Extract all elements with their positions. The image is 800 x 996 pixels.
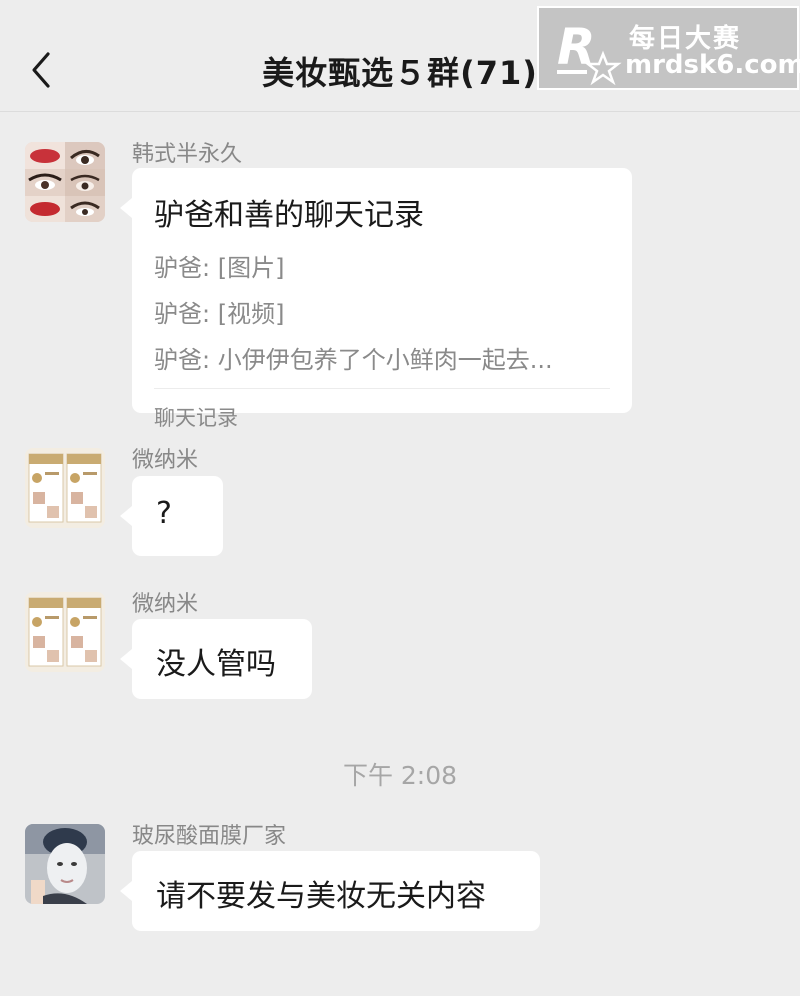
chat-record-line: 驴爸: [图片]: [154, 254, 285, 282]
avatar-makeup-image: [25, 142, 105, 222]
message-text: 没人管吗: [156, 647, 276, 682]
avatar[interactable]: [25, 824, 105, 904]
chat-record-line: 驴爸: 小伊伊包养了个小鲜肉一起去...: [154, 346, 553, 374]
sender-name: 韩式半永久: [132, 142, 243, 167]
watermark-logo: R: [557, 18, 622, 86]
timestamp: 下午 2:08: [342, 761, 458, 790]
watermark-url: mrdsk6.com: [625, 50, 800, 80]
watermark: R 每日大赛 mrdsk6.com: [537, 6, 800, 90]
message-text: 请不要发与美妆无关内容: [156, 879, 486, 914]
chat-record-title: 驴爸和善的聊天记录: [154, 198, 424, 233]
sender-name: 微纳米: [132, 592, 199, 617]
message-text: ?: [156, 496, 172, 531]
avatar-product-image: [25, 448, 105, 528]
avatar[interactable]: [25, 142, 105, 222]
avatar[interactable]: [25, 448, 105, 528]
message-bubble[interactable]: 没人管吗: [120, 619, 312, 699]
chat-record-line: 驴爸: [视频]: [154, 300, 285, 328]
message-bubble[interactable]: 请不要发与美妆无关内容: [120, 851, 540, 931]
sender-name: 微纳米: [132, 448, 199, 473]
sender-name: 玻尿酸面膜厂家: [132, 824, 287, 849]
chat-record-card[interactable]: 驴爸和善的聊天记录 驴爸: [图片] 驴爸: [视频] 驴爸: 小伊伊包养了个小…: [120, 168, 632, 430]
avatar-person-image: [25, 824, 105, 904]
avatar[interactable]: [25, 592, 105, 672]
message-bubble[interactable]: ?: [120, 476, 223, 556]
avatar-product-image: [25, 592, 105, 672]
divider: [154, 388, 610, 389]
chat-record-label: 聊天记录: [154, 406, 238, 430]
svg-text:R: R: [557, 18, 596, 76]
